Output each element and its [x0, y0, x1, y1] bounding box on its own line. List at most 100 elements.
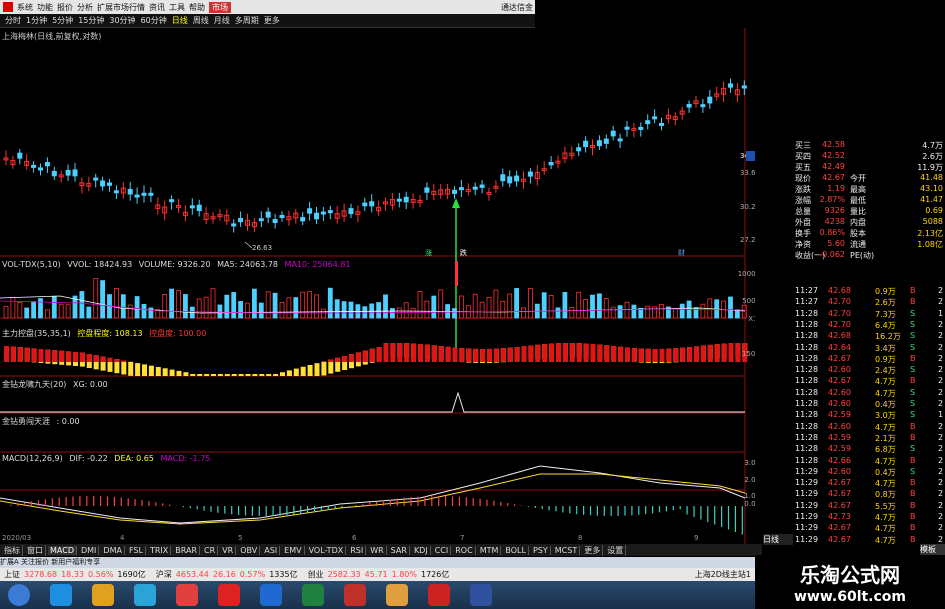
indicator-tab[interactable]: SAR [389, 545, 410, 555]
tab-period[interactable]: 分时 [5, 15, 21, 26]
indicator-tab[interactable]: MTM [478, 545, 502, 555]
app-red3-icon[interactable] [428, 584, 450, 606]
indicator-tab[interactable]: BRAR [173, 545, 201, 555]
indicator-tab[interactable]: 更多 [582, 544, 604, 556]
tab-period[interactable]: 更多 [264, 15, 280, 26]
app-red2-icon[interactable] [344, 584, 366, 606]
volume-bar [631, 304, 637, 319]
indicator-tab[interactable]: WR [368, 545, 387, 555]
menu-item[interactable]: 报价 [57, 2, 73, 13]
candle-body [514, 175, 520, 182]
tab-period[interactable]: 60分钟 [141, 15, 167, 26]
volume-bar [31, 301, 37, 319]
app-kaspersky-icon[interactable] [302, 584, 324, 606]
indicator-tab[interactable]: BOLL [503, 545, 529, 555]
windows-start-icon[interactable] [8, 584, 30, 606]
candle-body [134, 194, 140, 198]
tick-cell: 2 [938, 342, 944, 352]
indicator-tab[interactable]: CR [202, 545, 219, 555]
control-bar-red [480, 348, 486, 362]
tab-period[interactable]: 15分钟 [78, 15, 104, 26]
menu-item-market[interactable]: 市场 [209, 1, 231, 13]
volume-bar [479, 301, 485, 319]
indicator-tab[interactable]: ROC [453, 545, 476, 555]
control-bar-red [694, 346, 699, 362]
control-bar-yellow [197, 374, 203, 376]
app-orange-icon[interactable] [386, 584, 408, 606]
menu-item[interactable]: 分析 [77, 2, 93, 13]
indicator-tab[interactable]: DMI [79, 545, 100, 555]
indicator-tab[interactable]: PSY [531, 545, 551, 555]
macd-name: MACD(12,26,9) [2, 454, 63, 463]
app-red-icon[interactable] [218, 584, 240, 606]
date-label: 4 [120, 534, 125, 542]
indicator-tab[interactable]: VR [220, 545, 237, 555]
indicator-tab[interactable]: ASI [262, 545, 281, 555]
kline-chart[interactable]: 34.7833.6030.2427.2226.63涨跌财100005000X10… [0, 28, 762, 544]
tab-period-daily[interactable]: 日线 [172, 15, 188, 26]
candle-body [231, 223, 237, 227]
control-bar-red [376, 347, 382, 362]
app-blue-icon[interactable] [260, 584, 282, 606]
indicator-tab[interactable]: TRIX [148, 545, 172, 555]
menu-item[interactable]: 扩展市场行情 [97, 2, 145, 13]
ie-icon[interactable] [50, 584, 72, 606]
menu-item[interactable]: 资讯 [149, 2, 165, 13]
tab-period[interactable]: 30分钟 [109, 15, 135, 26]
tick-cell: 42.59 [828, 410, 851, 420]
chrome-icon[interactable] [176, 584, 198, 606]
candle-body [652, 116, 658, 120]
tick-cell: 42.59 [828, 444, 851, 454]
indicator-tab[interactable]: OBV [238, 545, 261, 555]
tick-cell: 6.4万 [875, 320, 896, 330]
indicator-tab[interactable]: MACD [48, 545, 77, 555]
tick-cell: B [910, 432, 916, 442]
indicator-tab[interactable]: 指标 [2, 544, 23, 556]
tick-cell: 11:28 [795, 387, 819, 397]
indicator-tab[interactable]: VOL-TDX [307, 545, 347, 555]
tick-row: 11:29 42.67 4.7万 B 2 [755, 523, 945, 534]
volume-bar [251, 288, 257, 319]
tick-row: 11:28 42.59 3.0万 S 1 [755, 410, 945, 421]
status-links[interactable]: 扩展A 关注报价 新用户福利专享 [0, 557, 755, 568]
folder-icon[interactable] [92, 584, 114, 606]
tab-daily-bottom[interactable]: 日线 [763, 534, 793, 545]
app-stock-icon[interactable] [470, 584, 492, 606]
indicator-tab[interactable]: DMA [101, 545, 125, 555]
indicator-tab[interactable]: 设置 [605, 544, 627, 556]
menu-item[interactable]: 系统 [17, 2, 33, 13]
volume-bar [410, 307, 416, 319]
tab-period[interactable]: 多周期 [235, 15, 259, 26]
indicator-tab[interactable]: MCST [553, 545, 581, 555]
menu-item[interactable]: 功能 [37, 2, 53, 13]
indicator-tab[interactable]: FSL [127, 545, 146, 555]
date-label: 6 [352, 534, 357, 542]
indicator-tab[interactable]: EMV [282, 545, 305, 555]
volume-bar [162, 294, 168, 319]
tick-cell: B [910, 534, 916, 544]
tab-period[interactable]: 月线 [214, 15, 230, 26]
volume-bar [245, 302, 250, 319]
volume-bar [610, 306, 616, 319]
indicator-tab[interactable]: CCI [433, 545, 452, 555]
template-button[interactable]: 模板 [920, 544, 945, 555]
indicator-tab[interactable]: KDJ [412, 545, 431, 555]
indicator-tab[interactable]: 窗口 [25, 544, 46, 556]
candle-body [603, 138, 609, 144]
control-bar-red [31, 348, 37, 362]
control-bar-red [611, 346, 617, 362]
tab-period[interactable]: 5分钟 [52, 15, 73, 26]
menu-item[interactable]: 帮助 [189, 2, 205, 13]
indicator-tab[interactable]: RSI [348, 545, 367, 555]
control-bar-red [721, 343, 727, 362]
tab-period[interactable]: 1分钟 [26, 15, 47, 26]
candle-body [31, 164, 37, 168]
ind1-v2: 控盘度: 100.00 [149, 329, 207, 338]
tab-period[interactable]: 周线 [193, 15, 209, 26]
tick-cell: 11:29 [795, 512, 819, 521]
quote-cell: 换手 [795, 229, 811, 238]
menu-item[interactable]: 工具 [169, 2, 185, 13]
media-icon[interactable] [134, 584, 156, 606]
tick-cell: 11:28 [795, 444, 819, 454]
quote-cell: 买五 [795, 163, 811, 172]
